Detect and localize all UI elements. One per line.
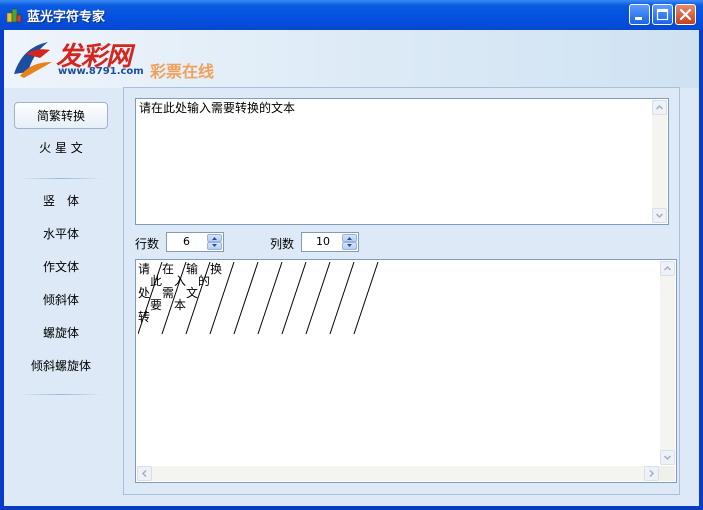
sidebar-item-composition[interactable]: 作文体 xyxy=(14,254,108,281)
output-char: 的 xyxy=(198,274,211,288)
spin-up-icon xyxy=(212,237,217,240)
input-textbox[interactable]: 请在此处输入需要转换的文本 xyxy=(135,98,669,225)
input-text[interactable]: 请在此处输入需要转换的文本 xyxy=(138,101,650,222)
scroll-up-icon xyxy=(655,104,664,110)
scroll-down-button[interactable] xyxy=(652,208,667,223)
app-window: 蓝光字符专家 发彩网 www.8791.com 彩票在线 简繁转换 火 星 文 … xyxy=(0,0,703,510)
minimize-icon xyxy=(635,17,642,20)
output-char: 换 xyxy=(210,262,223,276)
scroll-up-button[interactable] xyxy=(660,261,675,276)
maximize-icon xyxy=(656,8,669,21)
output-char: 要 xyxy=(150,298,163,312)
cols-spin-up[interactable] xyxy=(342,234,357,242)
rows-value[interactable]: 6 xyxy=(183,235,190,248)
scroll-up-icon xyxy=(663,265,672,271)
spin-up-icon xyxy=(347,237,352,240)
scroll-left-icon xyxy=(141,469,147,478)
rows-spin-up[interactable] xyxy=(207,234,222,242)
sidebar-item-spiral[interactable]: 螺旋体 xyxy=(14,320,108,347)
output-char: 转 xyxy=(138,310,151,324)
rows-spin-down[interactable] xyxy=(207,242,222,250)
client-area: 发彩网 www.8791.com 彩票在线 简繁转换 火 星 文 竖 体 水平体… xyxy=(4,30,699,506)
close-button[interactable] xyxy=(675,4,696,25)
rows-label: 行数 xyxy=(135,237,160,251)
sidebar-divider xyxy=(20,178,102,179)
output-char: 请 xyxy=(138,262,151,276)
maximize-button[interactable] xyxy=(652,4,673,25)
cols-value[interactable]: 10 xyxy=(316,235,330,248)
scroll-up-button[interactable] xyxy=(652,100,667,115)
input-vertical-scrollbar[interactable] xyxy=(652,100,667,223)
cols-label: 列数 xyxy=(270,237,295,251)
title-bar[interactable]: 蓝光字符专家 xyxy=(0,0,703,30)
logo-url: www.8791.com xyxy=(58,66,144,77)
spin-down-icon xyxy=(212,244,217,247)
output-char: 在 xyxy=(162,262,175,276)
scroll-down-icon xyxy=(655,213,664,219)
output-char: 入 xyxy=(174,274,187,288)
sidebar-divider xyxy=(20,394,102,395)
spin-down-icon xyxy=(347,244,352,247)
close-icon xyxy=(679,8,692,21)
sidebar-item-slanted-spiral[interactable]: 倾斜螺旋体 xyxy=(14,353,108,380)
sidebar-item-horizontal[interactable]: 水平体 xyxy=(14,221,108,248)
rows-spinner[interactable]: 6 xyxy=(166,232,224,252)
banner-slogan: 彩票在线 xyxy=(150,62,215,81)
output-char: 处 xyxy=(138,286,151,300)
scroll-right-button[interactable] xyxy=(644,466,659,481)
output-vertical-scrollbar[interactable] xyxy=(660,261,675,465)
app-icon xyxy=(6,8,22,23)
output-char: 文 xyxy=(186,286,199,300)
sidebar-item-simplified-traditional[interactable]: 简繁转换 xyxy=(14,102,108,129)
output-char: 此 xyxy=(150,274,163,288)
cols-spinner[interactable]: 10 xyxy=(301,232,359,252)
sidebar-item-martian-text[interactable]: 火 星 文 xyxy=(14,135,108,162)
window-title: 蓝光字符专家 xyxy=(27,10,106,25)
output-char: 输 xyxy=(186,262,199,276)
scrollbar-corner xyxy=(659,466,675,481)
sidebar: 简繁转换 火 星 文 竖 体 水平体 作文体 倾斜体 螺旋体 倾斜螺旋体 xyxy=(8,92,113,496)
scroll-down-button[interactable] xyxy=(660,450,675,465)
scroll-left-button[interactable] xyxy=(137,466,152,481)
output-char: 本 xyxy=(174,298,187,312)
scroll-right-icon xyxy=(649,469,655,478)
sidebar-item-vertical[interactable]: 竖 体 xyxy=(14,188,108,215)
logo-icon xyxy=(14,42,52,78)
output-char: 需 xyxy=(162,286,175,300)
main-panel: 请在此处输入需要转换的文本 行数 6 列数 10 请 此 处 在 要 转 输 入… xyxy=(123,87,680,495)
output-textbox[interactable]: 请 此 处 在 要 转 输 入 需 换 的 本 文 xyxy=(135,259,677,483)
scroll-down-icon xyxy=(663,455,672,461)
output-horizontal-scrollbar[interactable] xyxy=(137,466,659,481)
cols-spin-down[interactable] xyxy=(342,242,357,250)
sidebar-item-slanted[interactable]: 倾斜体 xyxy=(14,287,108,314)
banner: 发彩网 www.8791.com 彩票在线 xyxy=(4,30,699,88)
minimize-button[interactable] xyxy=(629,4,650,25)
